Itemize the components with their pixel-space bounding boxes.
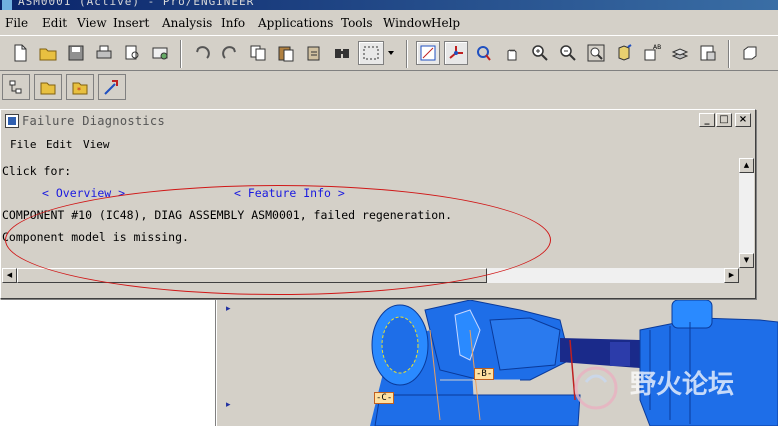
folder-browser-tab[interactable] — [34, 74, 62, 100]
annotation-ellipse — [5, 185, 551, 295]
print-icon[interactable] — [92, 41, 116, 65]
saved-views-icon[interactable]: AB — [640, 41, 664, 65]
copy-icon[interactable] — [246, 41, 270, 65]
close-button[interactable]: × — [735, 113, 751, 127]
maximize-button[interactable]: □ — [716, 113, 732, 127]
scroll-down-icon[interactable]: ▼ — [739, 253, 754, 268]
menu-file[interactable]: File — [5, 16, 28, 30]
toolbar-separator — [406, 40, 408, 68]
window-icon[interactable] — [738, 41, 762, 65]
find-icon[interactable] — [330, 41, 354, 65]
app-icon — [2, 0, 12, 10]
main-window-titlebar: ASM0001 (Active) - Pro/ENGINEER — [0, 0, 778, 10]
toolbar-separator — [728, 40, 730, 68]
undo-icon[interactable] — [190, 41, 214, 65]
print-preview-icon[interactable] — [120, 41, 144, 65]
chevron-down-icon[interactable] — [384, 41, 398, 65]
navigator-expand-icon[interactable]: ▸ — [226, 400, 231, 410]
main-window-title: ASM0001 (Active) - Pro/ENGINEER — [18, 0, 255, 8]
email-icon[interactable] — [148, 41, 172, 65]
menu-analysis[interactable]: Analysis — [162, 16, 212, 30]
pan-icon[interactable] — [500, 41, 524, 65]
menu-applications[interactable]: Applications — [258, 16, 333, 30]
open-folder-icon[interactable] — [36, 41, 60, 65]
menu-tools[interactable]: Tools — [341, 16, 373, 30]
redo-icon[interactable] — [218, 41, 242, 65]
dialog-menu-view[interactable]: View — [83, 138, 110, 151]
zoom-in-icon[interactable] — [528, 41, 552, 65]
watermark-text: 野火论坛 — [630, 370, 735, 400]
model-tree-icon[interactable] — [696, 41, 720, 65]
spin-center-icon[interactable] — [444, 41, 468, 65]
watermark: 野火论坛 — [568, 360, 768, 420]
dialog-menu-edit[interactable]: Edit — [46, 138, 73, 151]
menu-help[interactable]: Help — [431, 16, 460, 30]
navigator-content — [0, 300, 216, 426]
main-menubar: File Edit View Insert Analysis Info Appl… — [0, 12, 778, 34]
orient-mode-icon[interactable] — [472, 41, 496, 65]
toolbar-separator — [180, 40, 182, 68]
dialog-titlebar[interactable]: Failure Diagnostics _ □ × — [2, 111, 754, 131]
scroll-left-icon[interactable]: ◀ — [2, 268, 17, 283]
menu-window[interactable]: Window — [383, 16, 432, 30]
datum-label-c: -C- — [374, 392, 395, 404]
scroll-up-icon[interactable]: ▲ — [739, 158, 754, 173]
dialog-window-icon — [5, 114, 19, 128]
datum-label-b: -B- — [474, 368, 495, 380]
menu-view[interactable]: View — [77, 16, 107, 30]
dialog-menubar: File Edit View — [2, 134, 754, 156]
connections-tab[interactable] — [98, 74, 126, 100]
failure-diagnostics-dialog: Failure Diagnostics _ □ × File Edit View… — [0, 109, 756, 299]
layers-icon[interactable] — [668, 41, 692, 65]
zoom-out-icon[interactable] — [556, 41, 580, 65]
new-file-icon[interactable] — [8, 41, 32, 65]
repaint-icon[interactable] — [416, 41, 440, 65]
dialog-menu-file[interactable]: File — [10, 138, 37, 151]
svg-text:AB: AB — [653, 44, 661, 51]
navigator-expand-icon[interactable]: ▸ — [226, 304, 231, 314]
refit-icon[interactable] — [584, 41, 608, 65]
menu-edit[interactable]: Edit — [42, 16, 67, 30]
paste-icon[interactable] — [274, 41, 298, 65]
main-toolbar: AB — [0, 35, 778, 71]
dialog-title: Failure Diagnostics — [22, 114, 165, 128]
favorites-tab[interactable]: * — [66, 74, 94, 100]
menu-info[interactable]: Info — [221, 16, 245, 30]
paste-special-icon[interactable] — [302, 41, 326, 65]
click-for-label: Click for: — [2, 164, 72, 178]
reorient-icon[interactable] — [612, 41, 636, 65]
svg-text:*: * — [77, 86, 81, 95]
save-icon[interactable] — [64, 41, 88, 65]
scroll-right-icon[interactable]: ▶ — [724, 268, 739, 283]
menu-insert[interactable]: Insert — [113, 16, 149, 30]
minimize-button[interactable]: _ — [699, 113, 715, 127]
dialog-vertical-scrollbar[interactable]: ▲ ▼ — [739, 158, 754, 268]
select-box-icon[interactable] — [358, 41, 384, 65]
model-tree-tab[interactable] — [2, 74, 30, 100]
